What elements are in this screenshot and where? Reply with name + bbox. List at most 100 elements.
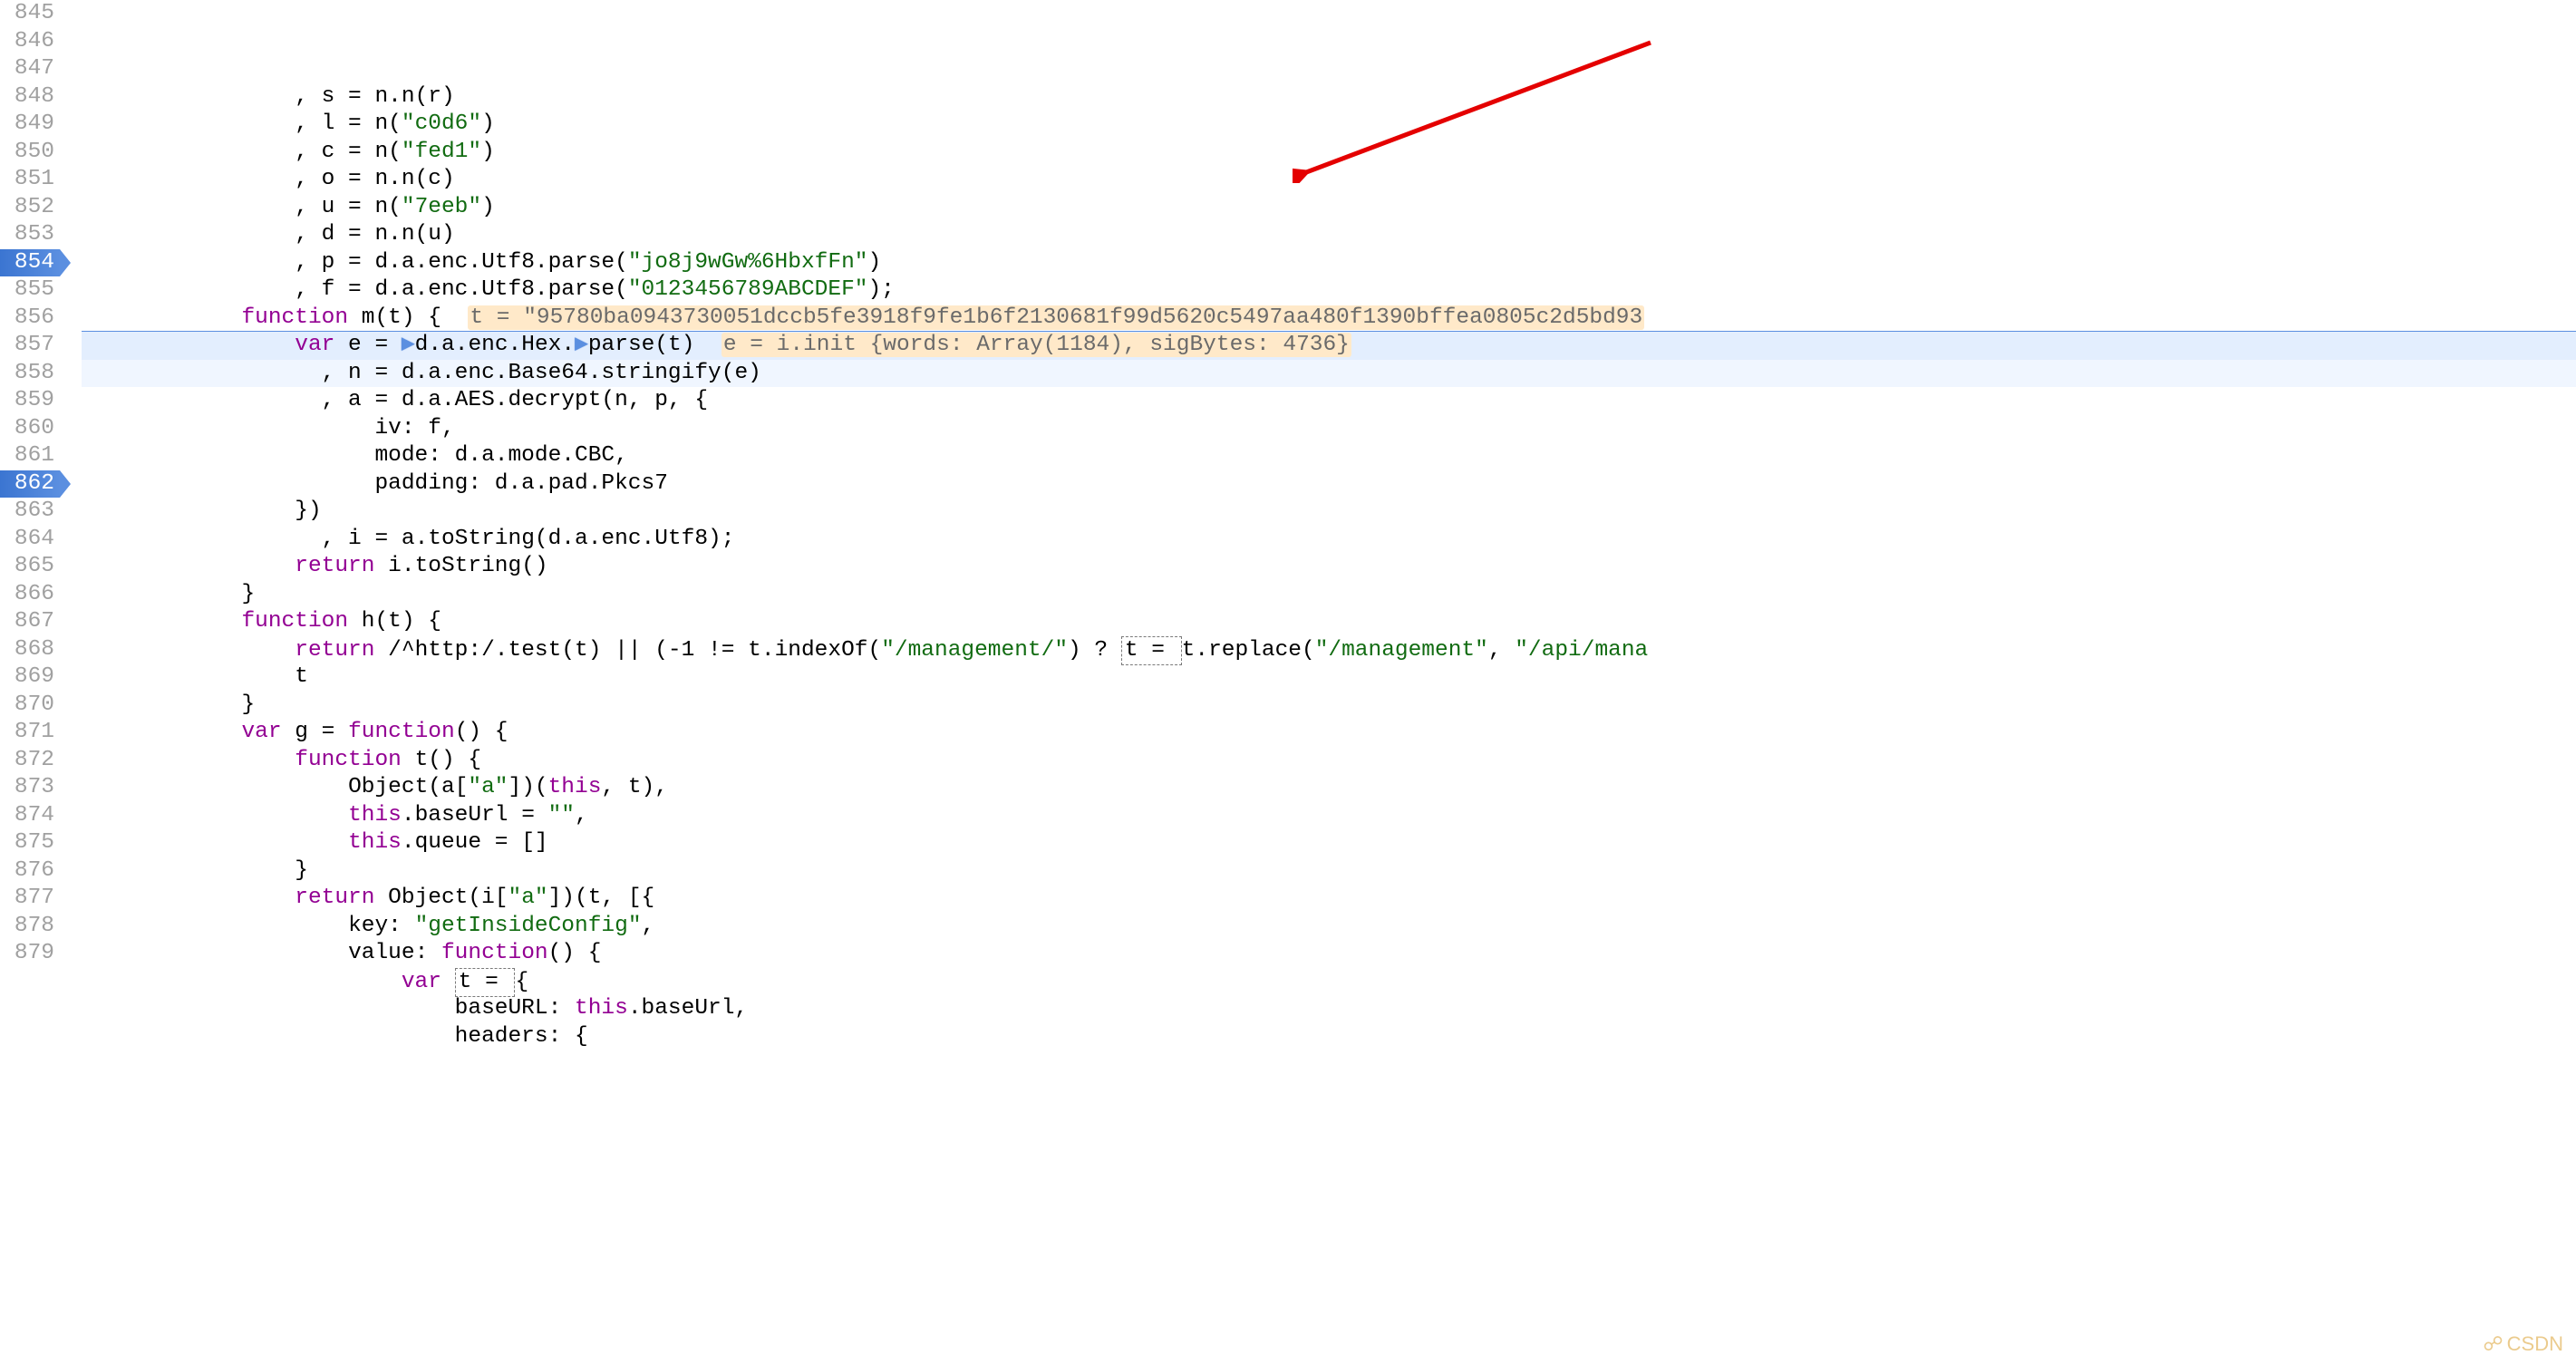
line-number[interactable]: 845 <box>0 0 60 28</box>
line-number[interactable]: 853 <box>0 221 60 249</box>
line-number[interactable]: 865 <box>0 553 60 581</box>
code-line[interactable]: , o = n.n(c) <box>82 166 2576 194</box>
code-token: ) ? <box>1068 638 1121 663</box>
code-line[interactable]: } <box>82 857 2576 886</box>
code-line[interactable]: t <box>82 663 2576 692</box>
code-token: (e) <box>721 361 761 385</box>
line-number[interactable]: 879 <box>0 940 60 968</box>
line-number[interactable]: 864 <box>0 526 60 554</box>
code-token: ) <box>481 111 495 136</box>
line-number[interactable]: 876 <box>0 857 60 886</box>
code-token: () { <box>548 941 602 965</box>
code-token: (t) { <box>374 305 468 330</box>
code-token: m <box>348 305 374 330</box>
line-number-gutter[interactable]: 8458468478488498508518528538548558568578… <box>0 0 60 1365</box>
line-number[interactable]: 847 <box>0 55 60 83</box>
code-token: "" <box>548 803 575 828</box>
code-line[interactable]: var e = ▶d.a.enc.Hex.▶parse(t) e = i.ini… <box>82 332 2576 360</box>
code-line[interactable]: padding: d.a.pad.Pkcs7 <box>82 470 2576 499</box>
code-line[interactable]: } <box>82 692 2576 720</box>
code-line[interactable]: iv: f, <box>82 415 2576 443</box>
code-token: "fed1" <box>402 140 481 164</box>
line-number[interactable]: 871 <box>0 719 60 747</box>
code-token: , s = n. <box>295 84 402 109</box>
line-number[interactable]: 863 <box>0 498 60 526</box>
code-line[interactable]: key: "getInsideConfig", <box>82 913 2576 941</box>
code-token: (t) { <box>374 609 441 634</box>
code-token: ])(t, [{ <box>548 886 655 910</box>
code-line[interactable]: , d = n.n(u) <box>82 221 2576 249</box>
code-line[interactable]: this.baseUrl = "", <box>82 802 2576 830</box>
code-line[interactable]: , p = d.a.enc.Utf8.parse("jo8j9wGw%6Hbxf… <box>82 249 2576 277</box>
code-line[interactable]: value: function() { <box>82 940 2576 968</box>
line-number[interactable]: 856 <box>0 305 60 333</box>
code-token: this <box>348 830 402 855</box>
line-number[interactable]: 851 <box>0 166 60 194</box>
code-line[interactable]: return i.toString() <box>82 553 2576 581</box>
code-line[interactable]: function m(t) { t = "95780ba0943730051dc… <box>82 305 2576 333</box>
line-number[interactable]: 855 <box>0 276 60 305</box>
code-line[interactable]: function h(t) { <box>82 608 2576 636</box>
line-number[interactable]: 860 <box>0 415 60 443</box>
line-number[interactable]: 873 <box>0 774 60 802</box>
code-line[interactable]: function t() { <box>82 747 2576 775</box>
line-number[interactable]: 874 <box>0 802 60 830</box>
code-line[interactable]: return Object(i["a"])(t, [{ <box>82 885 2576 913</box>
code-line[interactable]: , l = n("c0d6") <box>82 111 2576 139</box>
code-line[interactable]: Object(a["a"])(this, t), <box>82 774 2576 802</box>
code-line[interactable]: } <box>82 581 2576 609</box>
line-number[interactable]: 869 <box>0 663 60 692</box>
line-number[interactable]: 867 <box>0 608 60 636</box>
code-token: stringify <box>601 361 721 385</box>
code-line[interactable]: headers: { <box>82 1023 2576 1051</box>
code-line[interactable]: , n = d.a.enc.Base64.stringify(e) <box>82 360 2576 388</box>
code-line[interactable]: , f = d.a.enc.Utf8.parse("0123456789ABCD… <box>82 276 2576 305</box>
line-number[interactable]: 877 <box>0 885 60 913</box>
code-line[interactable]: baseURL: this.baseUrl, <box>82 995 2576 1023</box>
line-number[interactable]: 849 <box>0 111 60 139</box>
line-number[interactable]: 878 <box>0 913 60 941</box>
code-content[interactable]: , s = n.n(r) , l = n("c0d6") , c = n("fe… <box>60 0 2576 1365</box>
line-number[interactable]: 858 <box>0 360 60 388</box>
code-line[interactable]: var g = function() { <box>82 719 2576 747</box>
code-line[interactable]: var t = { <box>82 968 2576 996</box>
code-token: ( <box>615 250 628 275</box>
code-line[interactable]: , a = d.a.AES.decrypt(n, p, { <box>82 387 2576 415</box>
line-number[interactable]: 862 <box>0 470 60 499</box>
code-line[interactable]: , c = n("fed1") <box>82 139 2576 167</box>
code-token: Object(i[ <box>374 886 508 910</box>
line-number[interactable]: 846 <box>0 28 60 56</box>
line-number[interactable]: 872 <box>0 747 60 775</box>
line-number[interactable]: 852 <box>0 194 60 222</box>
code-token: , t), <box>601 775 668 799</box>
code-line[interactable]: , s = n.n(r) <box>82 83 2576 111</box>
code-token: (t) || (-1 != t. <box>561 638 774 663</box>
code-token <box>441 970 455 994</box>
code-token: (c) <box>415 167 455 191</box>
code-token: baseURL: <box>455 996 575 1021</box>
line-number[interactable]: 868 <box>0 636 60 664</box>
code-line[interactable]: mode: d.a.mode.CBC, <box>82 442 2576 470</box>
line-number[interactable]: 850 <box>0 139 60 167</box>
line-number[interactable]: 866 <box>0 581 60 609</box>
code-line[interactable]: }) <box>82 498 2576 526</box>
line-number[interactable]: 859 <box>0 387 60 415</box>
line-number[interactable]: 861 <box>0 442 60 470</box>
line-number[interactable]: 854 <box>0 249 60 277</box>
code-token: ( <box>388 195 402 219</box>
code-line[interactable]: this.queue = [] <box>82 829 2576 857</box>
code-line[interactable]: , u = n("7eeb") <box>82 194 2576 222</box>
line-number[interactable]: 870 <box>0 692 60 720</box>
code-token: h <box>348 609 374 634</box>
line-number[interactable]: 857 <box>0 332 60 360</box>
code-token: , o = n. <box>295 167 402 191</box>
line-number[interactable]: 875 <box>0 829 60 857</box>
code-token: "a" <box>468 775 508 799</box>
code-token: } <box>241 692 255 717</box>
line-number[interactable]: 848 <box>0 83 60 111</box>
code-token: ); <box>867 277 894 302</box>
code-editor[interactable]: 8458468478488498508518528538548558568578… <box>0 0 2576 1365</box>
code-line[interactable]: return /^http:/.test(t) || (-1 != t.inde… <box>82 636 2576 664</box>
code-token: ( <box>1302 638 1315 663</box>
code-line[interactable]: , i = a.toString(d.a.enc.Utf8); <box>82 526 2576 554</box>
